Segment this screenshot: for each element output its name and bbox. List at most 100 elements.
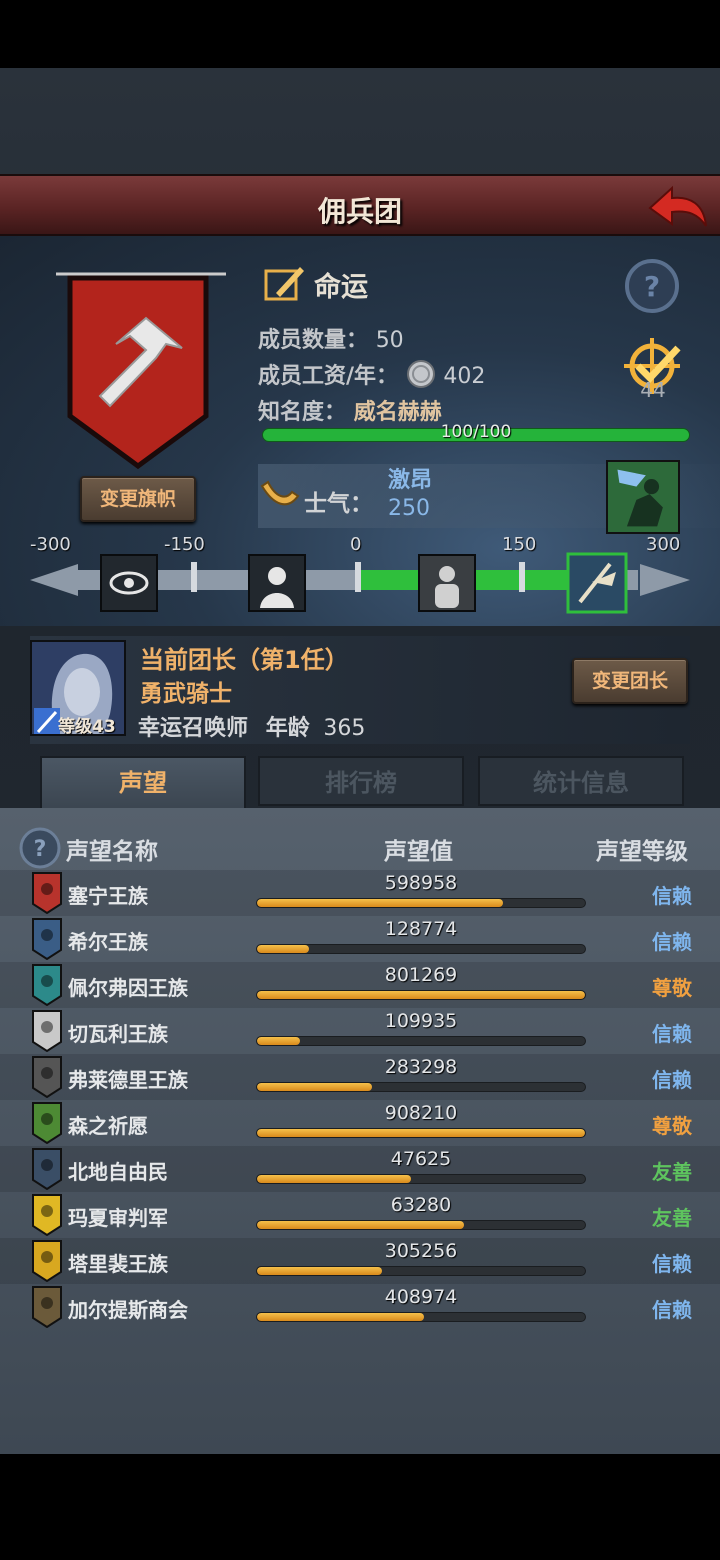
target-count: 44 — [640, 378, 666, 402]
change-flag-button[interactable]: 变更旗帜 — [80, 476, 196, 522]
info-panel: 变更旗帜 命运 ? 成员数量： 50 成员工资/年： 402 知名度： 威名赫赫… — [0, 236, 720, 626]
faction-name: 佩尔弗因王族 — [68, 976, 188, 1000]
members-label: 成员数量： — [258, 328, 369, 353]
reputation-level: 友善 — [652, 1206, 692, 1230]
change-leader-button[interactable]: 变更团长 — [572, 658, 688, 704]
reputation-row[interactable]: 弗莱德里王族 283298 信赖 — [0, 1054, 720, 1100]
page-title: 佣兵团 — [317, 195, 402, 228]
silver-coin-icon — [406, 360, 435, 388]
reputation-progress-fill — [257, 899, 503, 907]
reputation-progress-fill — [257, 1221, 464, 1229]
faction-crest-icon — [32, 1286, 62, 1328]
reputation-row[interactable]: 塞宁王族 598958 信赖 — [0, 870, 720, 916]
morale-value: 250 — [388, 496, 430, 521]
faction-name: 玛夏审判军 — [68, 1206, 168, 1230]
reputation-level: 信赖 — [652, 1022, 692, 1046]
reputation-level: 尊敬 — [652, 1114, 692, 1138]
faction-name: 森之祈愿 — [68, 1114, 148, 1138]
members-value: 50 — [375, 328, 404, 353]
reputation-row[interactable]: 佩尔弗因王族 801269 尊敬 — [0, 962, 720, 1008]
fate-label: 命运 — [314, 271, 368, 303]
flag-banner-icon — [56, 272, 226, 470]
reputation-level: 友善 — [652, 1160, 692, 1184]
faction-crest-icon — [32, 964, 62, 1006]
svg-text:?: ? — [644, 270, 660, 303]
leader-title: 当前团长（第1任） — [140, 646, 349, 674]
tab-statistics[interactable]: 统计信息 — [478, 756, 684, 806]
reputation-progress-bar — [256, 1082, 586, 1092]
scale-tick-label: -150 — [164, 534, 205, 555]
reputation-progress-bar — [256, 1128, 586, 1138]
reputation-value: 47625 — [390, 1148, 452, 1170]
leader-level: 等级43 — [58, 717, 116, 737]
scale-tick-label: 150 — [502, 534, 537, 555]
tab-ranking[interactable]: 排行榜 — [258, 756, 464, 806]
reputation-value: 801269 — [384, 964, 458, 986]
quill-icon — [264, 267, 304, 301]
svg-text:?: ? — [34, 837, 47, 862]
reputation-progress-bar — [256, 1036, 586, 1046]
eye-despair-icon — [100, 554, 158, 612]
faction-crest-icon — [32, 918, 62, 960]
col-level-header: 声望等级 — [596, 839, 688, 865]
reputation-value: 408974 — [384, 1286, 458, 1308]
rally-active-icon — [566, 552, 628, 614]
reputation-row[interactable]: 塔里裴王族 305256 信赖 — [0, 1238, 720, 1284]
morale-row: 士气： 激昂 250 — [258, 462, 598, 532]
fate-row: 命运 — [264, 262, 368, 306]
reputation-value: 128774 — [384, 918, 458, 940]
reputation-value: 305256 — [384, 1240, 458, 1262]
reputation-level: 信赖 — [652, 884, 692, 908]
morale-label: 士气： — [304, 491, 373, 517]
faction-name: 北地自由民 — [68, 1160, 168, 1184]
scale-tick-label: 300 — [646, 534, 681, 555]
reputation-rows: 塞宁王族 598958 信赖 希尔王族 128774 信赖 佩尔弗因王族 801269 尊敬 切瓦… — [0, 870, 720, 1330]
reputation-progress-bar — [256, 898, 586, 908]
reputation-value: 598958 — [384, 872, 458, 894]
reputation-value: 283298 — [384, 1056, 458, 1078]
leader-class: 勇武骑士 — [140, 681, 232, 707]
reputation-progress-fill — [257, 945, 310, 953]
rally-flag-icon[interactable] — [606, 460, 680, 534]
leader-age-label: 年龄 — [265, 716, 310, 741]
reputation-row[interactable]: 加尔提斯商会 408974 信赖 — [0, 1284, 720, 1330]
leader-age-value: 365 — [323, 716, 366, 741]
reputation-progress-fill — [257, 1313, 425, 1321]
faction-crest-icon — [32, 1240, 62, 1282]
reputation-value: 908210 — [384, 1102, 458, 1124]
back-arrow-icon[interactable] — [646, 182, 710, 232]
calm-icon — [418, 554, 476, 612]
faction-crest-icon — [32, 1010, 62, 1052]
reputation-panel: ? 声望名称 声望值 声望等级 塞宁王族 598958 信赖 希尔王族 128774 信赖… — [0, 808, 720, 1454]
members-stat: 成员数量： 50 — [258, 322, 404, 354]
col-name-header: 声望名称 — [66, 839, 158, 865]
reputation-value: 63280 — [390, 1194, 452, 1216]
wage-value: 402 — [443, 364, 486, 389]
faction-crest-icon — [32, 1102, 62, 1144]
reputation-row[interactable]: 森之祈愿 908210 尊敬 — [0, 1100, 720, 1146]
reputation-level: 信赖 — [652, 1298, 692, 1322]
reputation-row[interactable]: 切瓦利王族 109935 信赖 — [0, 1008, 720, 1054]
reputation-row[interactable]: 北地自由民 47625 友善 — [0, 1146, 720, 1192]
wage-label: 成员工资/年： — [258, 364, 399, 389]
leader-subclass: 幸运召唤师 — [138, 716, 249, 741]
faction-crest-icon — [32, 1194, 62, 1236]
faction-name: 塞宁王族 — [68, 884, 148, 908]
reputation-row[interactable]: 希尔王族 128774 信赖 — [0, 916, 720, 962]
faction-name: 希尔王族 — [68, 930, 148, 954]
reputation-progress-fill — [257, 1175, 412, 1183]
reputation-progress-bar — [256, 990, 586, 1000]
help-icon[interactable]: ? — [624, 258, 680, 314]
reputation-row[interactable]: 玛夏审判军 63280 友善 — [0, 1192, 720, 1238]
faction-crest-icon — [32, 1056, 62, 1098]
tab-reputation[interactable]: 声望 — [40, 756, 246, 810]
reputation-header: ? 声望名称 声望值 声望等级 — [0, 822, 720, 870]
help-icon[interactable]: ? — [18, 826, 62, 870]
faction-name: 切瓦利王族 — [68, 1022, 168, 1046]
title-bar: 佣兵团 — [0, 174, 720, 236]
col-value-header: 声望值 — [384, 839, 453, 865]
morale-scale: -300 -150 0 150 300 — [30, 534, 690, 624]
reputation-progress-bar — [256, 1220, 586, 1230]
tab-bar: 声望 排行榜 统计信息 — [36, 756, 690, 810]
horn-icon — [260, 480, 300, 506]
